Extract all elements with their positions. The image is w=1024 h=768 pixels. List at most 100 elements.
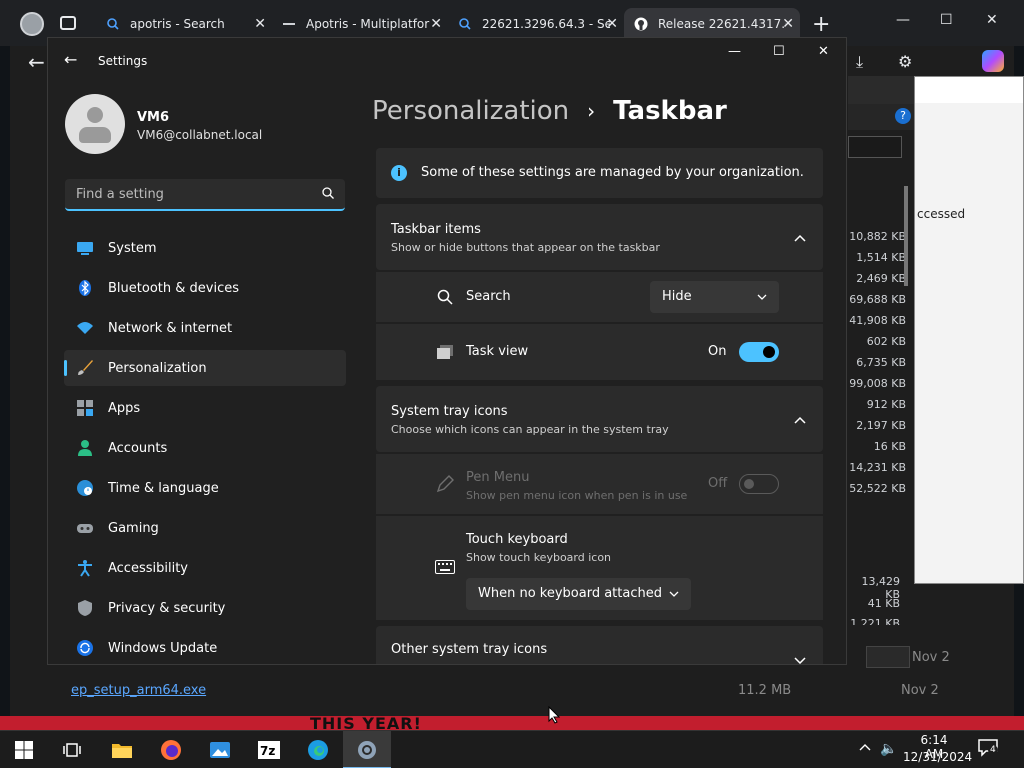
search-favicon-icon	[107, 18, 119, 30]
chevron-up-icon[interactable]	[793, 231, 807, 245]
close-tab-icon[interactable]: ✕	[782, 16, 794, 32]
user-avatar[interactable]	[65, 94, 125, 154]
task-view-icon	[63, 743, 81, 757]
browser-close-icon[interactable]: ✕	[986, 12, 998, 28]
nav-label: Apps	[108, 400, 141, 416]
browser-maximize-icon[interactable]: ☐	[940, 12, 953, 28]
breadcrumb: Personalization › Taskbar	[372, 96, 727, 126]
7zip-button[interactable]: 7z	[245, 731, 293, 768]
file-size: 1,514 KB	[856, 251, 906, 264]
browser-back-icon[interactable]: ←	[28, 50, 45, 74]
task-view-toggle[interactable]	[739, 342, 779, 362]
avatar-head	[87, 107, 103, 123]
nav-item-system[interactable]: System	[64, 230, 346, 266]
help-icon[interactable]: ?	[895, 108, 911, 124]
extension-icon[interactable]: ⚙	[898, 52, 912, 71]
avatar-body	[79, 127, 111, 143]
minimize-icon[interactable]: —	[728, 44, 741, 59]
touch-keyboard-dropdown[interactable]: When no keyboard attached	[466, 578, 691, 610]
banner-text: THIS YEAR!	[310, 716, 422, 730]
toggle-knob	[763, 346, 775, 358]
search-dropdown[interactable]: Hide	[650, 281, 779, 313]
file-size: 912 KB	[866, 398, 906, 411]
pen-menu-toggle[interactable]	[739, 474, 779, 494]
find-setting-input[interactable]	[65, 179, 305, 209]
background-search-box[interactable]	[848, 136, 902, 158]
mouse-cursor-icon	[548, 706, 560, 724]
start-icon	[15, 741, 33, 759]
notice-text: Some of these settings are managed by yo…	[421, 165, 804, 180]
clock-date[interactable]: 12/31/2024	[903, 750, 972, 764]
volume-muted-icon[interactable]: 🔈	[880, 741, 897, 757]
download-file-link[interactable]: ep_setup_arm64.exe	[71, 683, 206, 698]
new-tab-button[interactable]: +	[812, 12, 830, 37]
file-size: 99,008 KB	[849, 377, 906, 390]
breadcrumb-parent[interactable]: Personalization	[372, 96, 569, 126]
search-row: Search Hide	[376, 272, 823, 322]
firefox-button[interactable]	[147, 731, 195, 768]
wifi-icon	[77, 322, 93, 334]
task-view-button[interactable]	[48, 731, 96, 768]
copilot-icon[interactable]	[982, 50, 1004, 72]
close-icon[interactable]: ✕	[818, 44, 829, 59]
view-toggle-buttons[interactable]	[866, 646, 910, 668]
accounts-icon	[78, 440, 92, 456]
photos-button[interactable]	[196, 731, 244, 768]
search-icon[interactable]	[321, 186, 335, 200]
browser-tab-apotris[interactable]: Apotris - Multiplatfor ✕	[272, 8, 448, 40]
show-hidden-icons-chevron-icon[interactable]	[858, 741, 872, 755]
nav-item-privacy[interactable]: Privacy & security	[64, 590, 346, 626]
windows-taskbar: 7z 🔈 6:14 AM 12/31/2024 4	[0, 730, 1024, 768]
browser-minimize-icon[interactable]: —	[896, 12, 910, 28]
nav-item-bluetooth[interactable]: Bluetooth & devices	[64, 270, 346, 306]
chevron-up-icon[interactable]	[793, 413, 807, 427]
tab-label: Apotris - Multiplatfor	[306, 17, 430, 31]
background-scrollbar[interactable]	[904, 186, 908, 286]
browser-tab-search[interactable]: apotris - Search ✕	[96, 8, 272, 40]
system-tray-header[interactable]: System tray icons Choose which icons can…	[376, 386, 823, 452]
breadcrumb-separator: ›	[587, 99, 596, 123]
tab-actions-icon[interactable]	[60, 16, 76, 30]
apps-icon	[77, 400, 93, 416]
profile-avatar[interactable]	[20, 12, 44, 36]
nav-item-network[interactable]: Network & internet	[64, 310, 346, 346]
maximize-icon[interactable]: ☐	[773, 44, 785, 59]
update-icon	[77, 640, 93, 656]
nav-item-gaming[interactable]: Gaming	[64, 510, 346, 546]
background-window-titlebar	[848, 76, 914, 104]
back-arrow-icon[interactable]: ←	[64, 50, 77, 69]
nav-item-apps[interactable]: Apps	[64, 390, 346, 426]
photos-icon	[210, 742, 230, 758]
close-tab-icon[interactable]: ✕	[606, 16, 618, 32]
taskbar-items-header[interactable]: Taskbar items Show or hide buttons that …	[376, 204, 823, 270]
nav-item-windows-update[interactable]: Windows Update	[64, 630, 346, 664]
start-button[interactable]	[0, 731, 48, 768]
file-size: 602 KB	[866, 335, 906, 348]
browser-tab-build-search[interactable]: 22621.3296.64.3 - Se ✕	[448, 8, 624, 40]
settings-icon	[358, 741, 376, 759]
close-tab-icon[interactable]: ✕	[254, 16, 266, 32]
dropdown-value: When no keyboard attached	[478, 586, 662, 601]
chevron-down-icon[interactable]	[793, 653, 807, 665]
date-label: Nov 2	[912, 650, 950, 665]
other-tray-header[interactable]: Other system tray icons	[376, 626, 823, 665]
settings-taskbar-button[interactable]	[343, 731, 391, 768]
nav-item-time-language[interactable]: Time & language	[64, 470, 346, 506]
file-size: 52,522 KB	[849, 482, 906, 495]
download-row[interactable]: ep_setup_arm64.exe 11.2 MB Nov 2	[55, 672, 955, 710]
pen-menu-label: Pen Menu	[466, 470, 530, 485]
user-email: VM6@collabnet.local	[137, 128, 263, 142]
download-icon[interactable]: ⤓	[856, 52, 863, 72]
nav-item-accounts[interactable]: Accounts	[64, 430, 346, 466]
nav-item-accessibility[interactable]: Accessibility	[64, 550, 346, 586]
edge-button[interactable]	[294, 731, 342, 768]
tab-label: Release 22621.4317.6	[658, 17, 786, 31]
site-favicon-icon	[283, 23, 295, 25]
task-view-icon	[437, 345, 453, 359]
tab-label: apotris - Search	[130, 17, 225, 31]
browser-tab-release[interactable]: Release 22621.4317.6 ✕	[624, 8, 800, 40]
close-tab-icon[interactable]: ✕	[430, 16, 442, 32]
nav-item-personalization[interactable]: Personalization	[64, 350, 346, 386]
toggle-state-text: On	[708, 344, 727, 359]
file-explorer-button[interactable]	[98, 731, 146, 768]
